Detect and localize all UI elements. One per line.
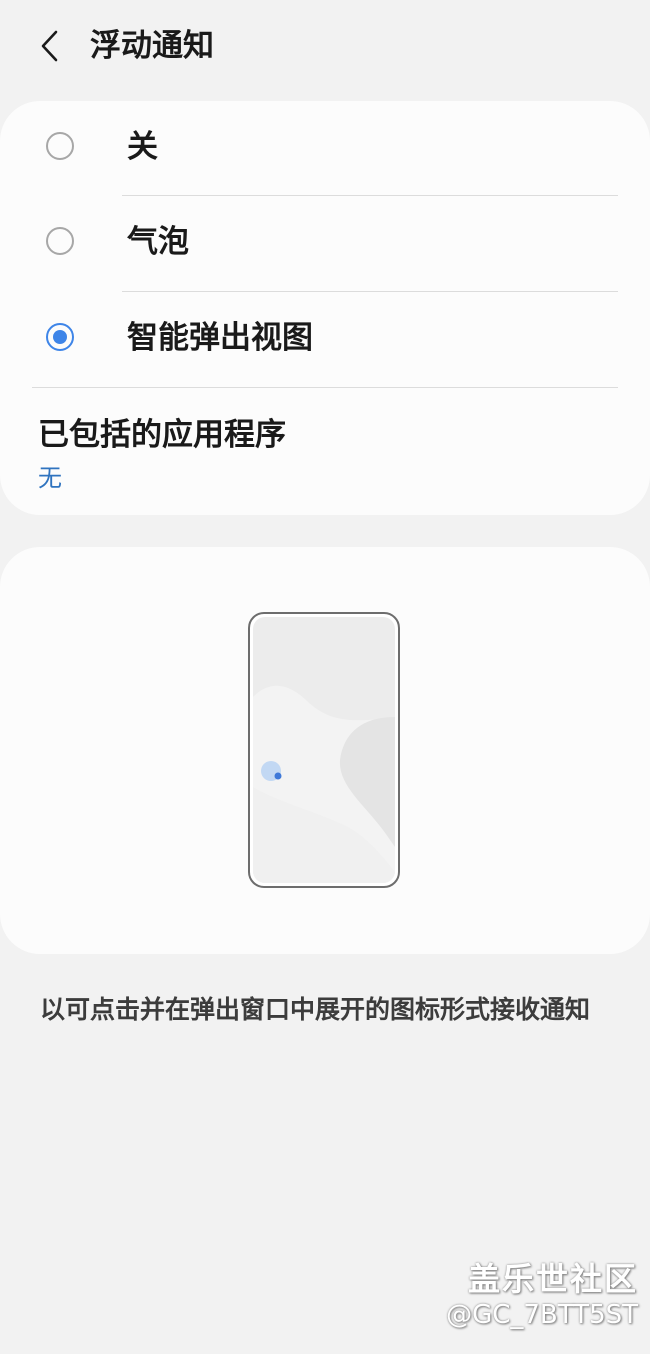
- option-label-smart-popup: 智能弹出视图: [127, 320, 313, 356]
- radio-button-off[interactable]: [46, 132, 74, 160]
- watermark-handle: @GC_7BTT5ST: [446, 1300, 638, 1330]
- included-apps-title: 已包括的应用程序: [38, 417, 286, 453]
- divider: [32, 387, 618, 388]
- radio-button-smart-popup[interactable]: [46, 323, 74, 351]
- option-bubble[interactable]: 气泡: [0, 196, 650, 290]
- phone-illustration: [248, 612, 400, 888]
- option-label-bubble: 气泡: [127, 224, 189, 260]
- included-apps-value: 无: [38, 464, 62, 492]
- back-button[interactable]: [30, 24, 70, 68]
- page-title: 浮动通知: [90, 28, 214, 64]
- description-text: 以可点击并在弹出窗口中展开的图标形式接收通知: [40, 995, 591, 1024]
- option-off[interactable]: 关: [0, 101, 650, 195]
- chevron-left-icon: [41, 30, 58, 62]
- options-card: 关 气泡 智能弹出视图 已包括的应用程序 无: [0, 101, 650, 515]
- watermark-title: 盖乐世社区: [467, 1260, 638, 1298]
- included-apps-row[interactable]: 已包括的应用程序 无: [0, 391, 650, 501]
- preview-card: [0, 547, 650, 954]
- option-label-off: 关: [127, 129, 158, 165]
- option-smart-popup[interactable]: 智能弹出视图: [0, 292, 650, 386]
- app-bar: 浮动通知: [0, 0, 650, 92]
- radio-button-bubble[interactable]: [46, 227, 74, 255]
